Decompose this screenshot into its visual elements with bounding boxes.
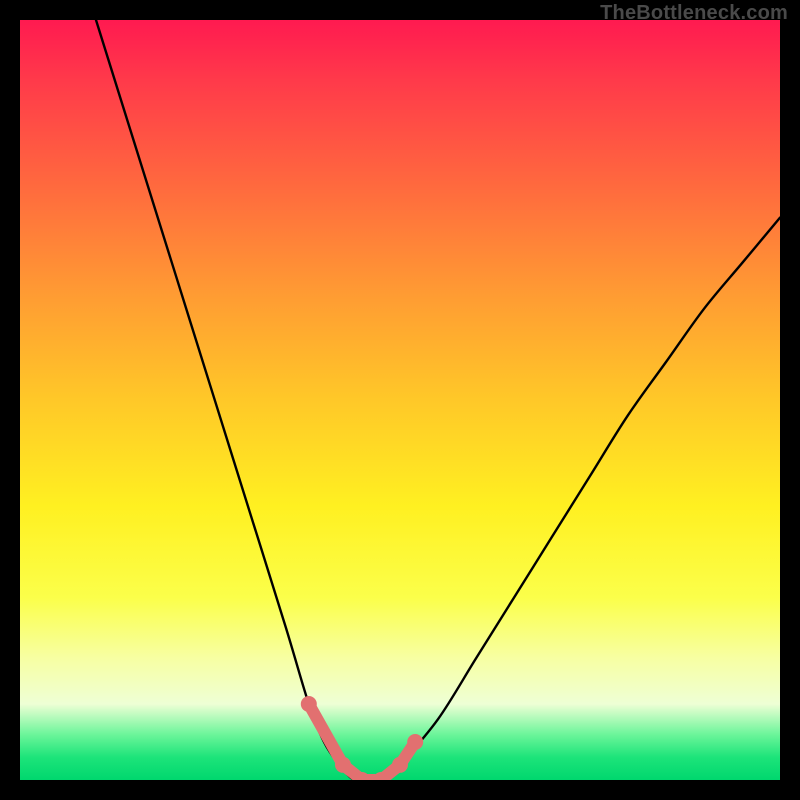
highlight-dot <box>335 757 351 773</box>
chart-frame: TheBottleneck.com <box>0 0 800 800</box>
highlight-markers <box>301 696 423 780</box>
highlight-segment <box>309 704 343 765</box>
bottleneck-curve <box>20 20 780 780</box>
highlight-dot <box>301 696 317 712</box>
bottleneck-curve-path <box>96 20 780 780</box>
chart-plot-area <box>20 20 780 780</box>
highlight-dot <box>407 734 423 750</box>
highlight-dot <box>392 757 408 773</box>
